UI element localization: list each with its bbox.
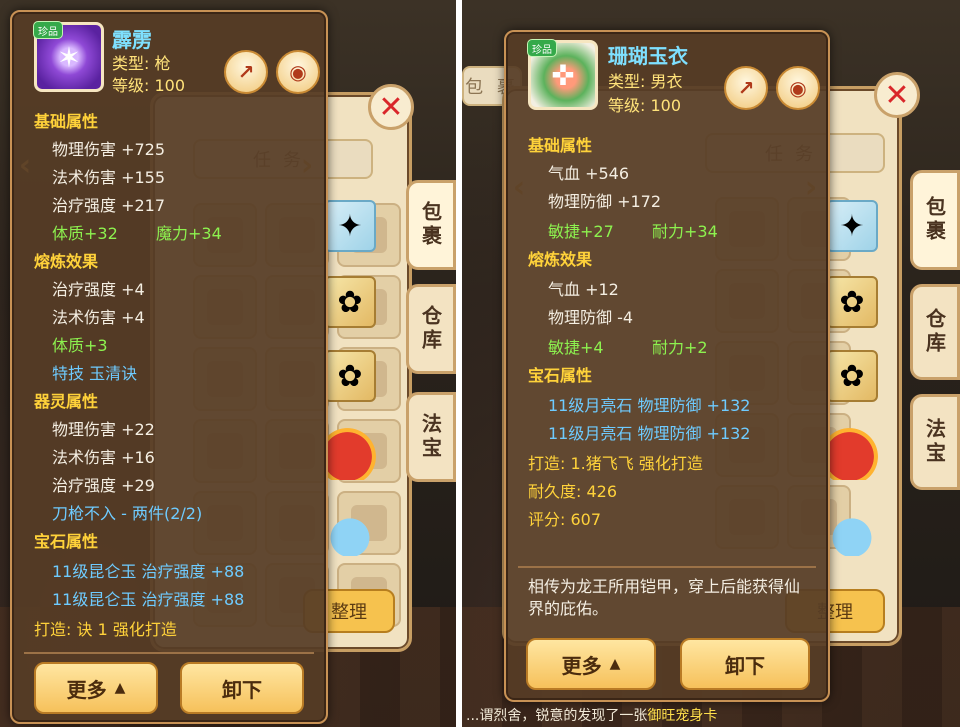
stats-list: 基础属性 物理伤害 +725 法术伤害 +155 治疗强度 +217 体质+32… — [12, 108, 326, 652]
share-button[interactable]: ↗ — [224, 50, 268, 94]
item-portrait: ✶ 珍品 — [33, 21, 104, 92]
more-button[interactable]: 更多 ▲ — [526, 638, 656, 690]
share-button[interactable]: ↗ — [724, 66, 768, 110]
potion-bottle-item-icon[interactable] — [324, 504, 376, 556]
stat-line: 耐久度: 426 — [528, 482, 618, 501]
spear-icon: ✶ — [57, 40, 81, 74]
item-tooltip: ✶ 珍品 霹雳 类型: 枪 等级: 100 ↗ ◉ 基础属性 物理伤害 +725… — [10, 10, 328, 724]
quality-badge: 珍品 — [527, 39, 557, 57]
chevron-up-icon: ▲ — [114, 680, 126, 696]
stat-line: 11级昆仑玉 治疗强度 +88 — [52, 590, 245, 609]
item-type: 类型: 男衣 — [608, 72, 683, 91]
stat-line: 物理伤害 +725 — [52, 140, 166, 159]
stat-line: 气血 +12 — [548, 280, 619, 299]
map-item-icon[interactable]: ✿ — [324, 350, 376, 402]
system-ticker: ...谓烈舍，锐意的发现了一张御旺宠身卡 — [462, 705, 960, 727]
tab-warehouse[interactable]: 仓库 — [406, 284, 456, 374]
stat-line: 特技 玉清诀 — [52, 364, 138, 383]
stat-line: 敏捷+27 — [548, 222, 614, 241]
stat-line: 法术伤害 +4 — [52, 308, 145, 327]
stat-line: 法术伤害 +155 — [52, 168, 166, 187]
stat-line: 法术伤害 +16 — [52, 448, 155, 467]
stat-line: 评分: 607 — [528, 510, 602, 529]
stat-line: 11级昆仑玉 治疗强度 +88 — [52, 562, 245, 581]
right-screenshot: 包 裹 任务 整理 ‹ › ✦ ✿ ✿ 包裹 仓库 法宝 ✕ ✜ 珍品 珊瑚玉衣 — [462, 0, 960, 727]
ticker-text: ...谓烈舍，锐意的发现了一张 — [466, 708, 648, 724]
quality-badge: 珍品 — [33, 21, 63, 39]
stat-line: 气血 +546 — [548, 164, 630, 183]
stats-list: 基础属性 气血 +546 物理防御 +172 敏捷+27 耐力+34 熔炼效果 … — [506, 132, 828, 532]
tab-treasure[interactable]: 法宝 — [910, 394, 960, 490]
stat-line: 敏捷+4 — [548, 338, 604, 357]
item-level: 等级: 100 — [112, 76, 186, 95]
preview-eye-button[interactable]: ◉ — [776, 66, 820, 110]
section-header: 熔炼效果 — [528, 250, 593, 269]
item-description: 相传为龙王所用铠甲，穿上后能获得仙界的庇佑。 — [528, 577, 801, 618]
item-type: 类型: 枪 — [112, 54, 171, 73]
section-header: 器灵属性 — [34, 392, 99, 411]
item-portrait: ✜ 珍品 — [527, 39, 598, 110]
more-button-label: 更多 — [561, 653, 602, 678]
divider — [24, 652, 314, 654]
left-screenshot: 任务 整理 ‹ › ✦ ✿ ✿ 包裹 仓库 法宝 — [0, 0, 456, 727]
unequip-button-label: 卸下 — [725, 653, 765, 678]
more-button-label: 更多 — [66, 677, 107, 702]
item-tooltip: ✜ 珍品 珊瑚玉衣 类型: 男衣 等级: 100 ↗ ◉ 基础属性 气血 +54… — [504, 30, 830, 702]
tab-treasure[interactable]: 法宝 — [406, 392, 456, 482]
map-item-icon[interactable]: ✿ — [826, 276, 878, 328]
tab-warehouse[interactable]: 仓库 — [910, 284, 960, 380]
close-button[interactable]: ✕ — [874, 72, 920, 118]
stat-line: 魔力+34 — [156, 224, 222, 243]
item-name: 霹雳 — [112, 28, 152, 52]
item-name: 珊瑚玉衣 — [608, 44, 688, 68]
stat-line: 物理防御 +172 — [548, 192, 662, 211]
stat-line: 11级月亮石 物理防御 +132 — [548, 424, 751, 443]
ticker-highlight[interactable]: 御旺宠身卡 — [647, 708, 717, 724]
chevron-up-icon: ▲ — [609, 656, 621, 672]
red-pouch-item-icon[interactable] — [324, 428, 376, 480]
section-header: 基础属性 — [528, 136, 593, 155]
stat-line: 物理防御 -4 — [548, 308, 634, 327]
stat-line: 治疗强度 +217 — [52, 196, 166, 215]
stat-line: 打造: 1.猪飞飞 强化打造 — [528, 454, 703, 473]
section-header: 宝石属性 — [34, 532, 99, 551]
tab-bag[interactable]: 包裹 — [910, 170, 960, 270]
divider — [518, 566, 816, 568]
stat-line: 体质+3 — [52, 336, 108, 355]
stat-line: 治疗强度 +4 — [52, 280, 145, 299]
stat-line: 体质+32 — [52, 224, 118, 243]
map-item-icon[interactable]: ✿ — [324, 276, 376, 328]
stat-line: 物理伤害 +22 — [52, 420, 155, 439]
red-pouch-item-icon[interactable] — [826, 428, 878, 480]
unequip-button-label: 卸下 — [222, 677, 262, 702]
stat-line: 耐力+2 — [652, 338, 708, 357]
potion-bottle-item-icon[interactable] — [826, 504, 878, 556]
section-header: 基础属性 — [34, 112, 99, 131]
section-header: 熔炼效果 — [34, 252, 99, 271]
unequip-button[interactable]: 卸下 — [180, 662, 304, 714]
scroll-item-icon[interactable]: ✦ — [826, 200, 878, 252]
armor-icon: ✜ — [551, 58, 575, 92]
item-level: 等级: 100 — [608, 96, 682, 115]
more-button[interactable]: 更多 ▲ — [34, 662, 158, 714]
section-header: 宝石属性 — [528, 366, 593, 385]
stat-line: 治疗强度 +29 — [52, 476, 155, 495]
stat-line: 11级月亮石 物理防御 +132 — [548, 396, 751, 415]
scroll-item-icon[interactable]: ✦ — [324, 200, 376, 252]
tab-bag[interactable]: 包裹 — [406, 180, 456, 270]
unequip-button[interactable]: 卸下 — [680, 638, 810, 690]
preview-eye-button[interactable]: ◉ — [276, 50, 320, 94]
stat-line: 耐力+34 — [652, 222, 718, 241]
close-button[interactable]: ✕ — [368, 84, 414, 130]
stat-line: 打造: 诀 1 强化打造 — [34, 620, 177, 639]
stat-line: 刀枪不入 - 两件(2/2) — [52, 504, 203, 523]
map-item-icon[interactable]: ✿ — [826, 350, 878, 402]
